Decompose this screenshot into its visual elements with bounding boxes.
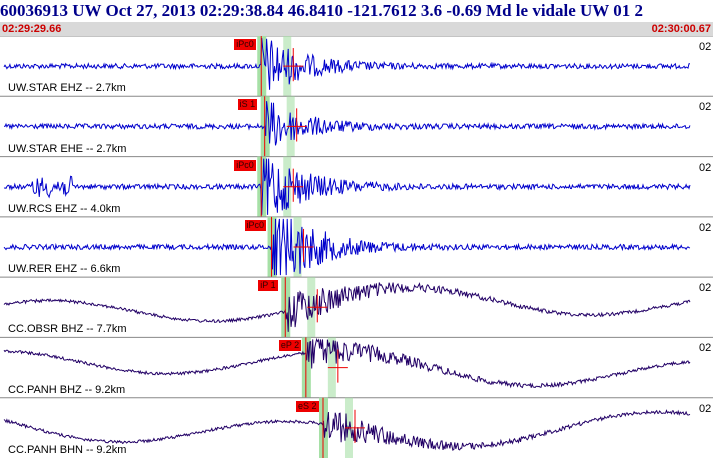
station-label: CC.PANH BHN -- 9.2km bbox=[8, 444, 127, 456]
pick-label[interactable]: eP 2 bbox=[278, 340, 302, 352]
seismogram-panel[interactable]: iPc0 UW.STAR EHZ -- 2.7km 02 iS 1 UW.STAR EH… bbox=[0, 35, 713, 458]
start-time: 02:29:29.66 bbox=[2, 23, 62, 35]
pick-label[interactable]: iPc0 bbox=[234, 39, 256, 50]
end-time: 02:30:00.67 bbox=[651, 23, 711, 35]
pick-label[interactable]: iPc0 bbox=[244, 219, 267, 231]
pick-label[interactable]: iS 1 bbox=[237, 99, 258, 111]
station-label: CC.PANH BHZ -- 9.2km bbox=[8, 383, 126, 396]
waveform bbox=[3, 337, 691, 389]
edge-time-label: 02 bbox=[699, 101, 712, 114]
edge-time-label: 02 bbox=[699, 342, 712, 355]
station-label: UW.STAR EHE -- 2.7km bbox=[8, 142, 127, 155]
station-label: UW.RER EHZ -- 6.6km bbox=[8, 263, 121, 276]
edge-time-label: 02 bbox=[699, 282, 712, 295]
station-label: CC.OBSR BHZ -- 7.7km bbox=[8, 323, 127, 336]
event-title: 60036913 UW Oct 27, 2013 02:29:38.84 46.… bbox=[0, 1, 643, 20]
station-label: UW.STAR EHZ -- 2.7km bbox=[8, 82, 126, 95]
edge-time-label: 02 bbox=[699, 221, 712, 234]
pick-label[interactable]: iPc0 bbox=[234, 159, 256, 171]
time-axis-bar: 02:29:29.66 02:30:00.67 bbox=[0, 22, 713, 36]
station-label: UW.RCS EHZ -- 4.0km bbox=[8, 202, 121, 215]
pick-label[interactable]: eS 2 bbox=[295, 400, 319, 412]
pick-label[interactable]: iP 1 bbox=[258, 280, 278, 292]
edge-time-label: 02 bbox=[699, 402, 712, 415]
edge-time-label: 02 bbox=[699, 161, 712, 174]
waveform bbox=[3, 101, 691, 146]
edge-time-label: 02 bbox=[699, 41, 712, 53]
